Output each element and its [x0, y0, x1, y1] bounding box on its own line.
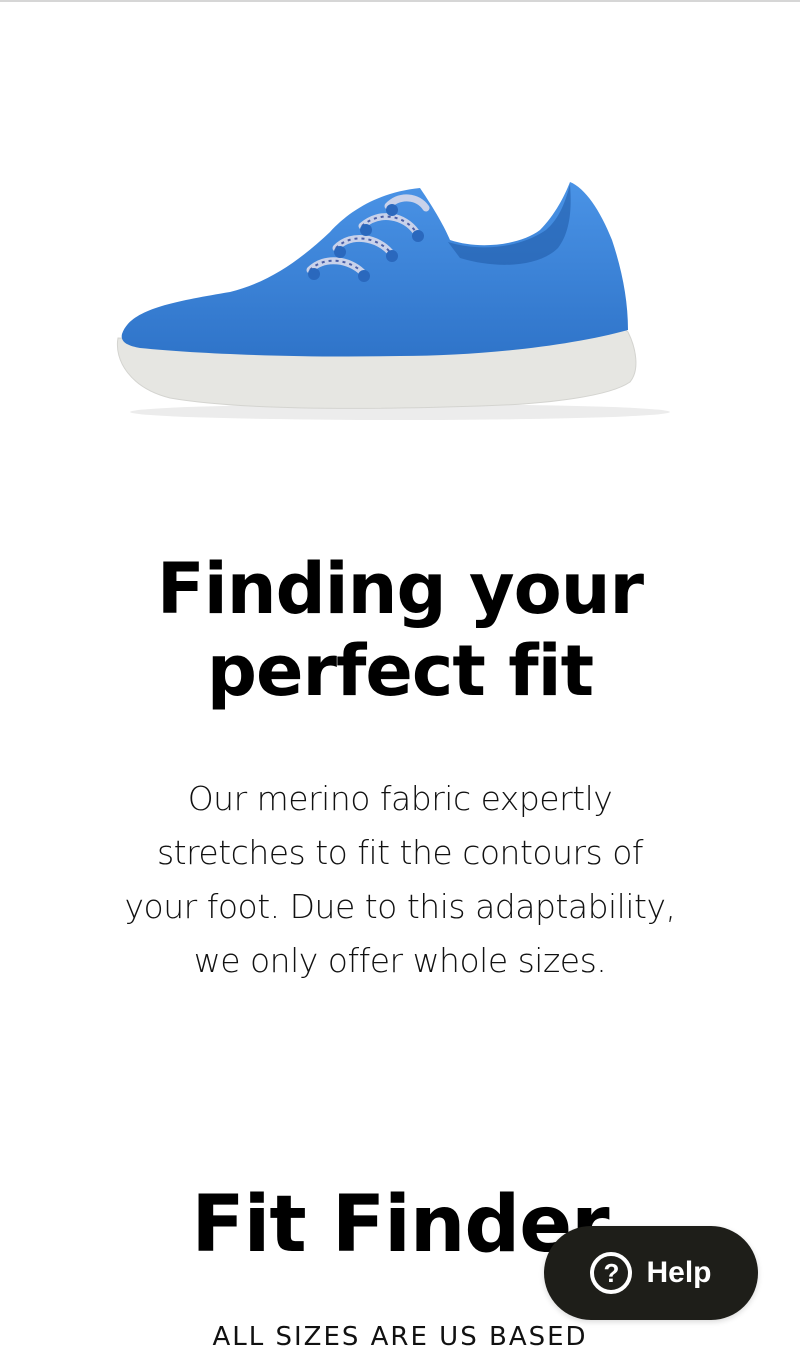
product-image-sneaker [100, 170, 700, 440]
top-divider [0, 0, 800, 2]
help-button-label: Help [646, 1256, 712, 1289]
heading-line-2: perfect fit [206, 630, 594, 712]
description-line-4: we only offer whole sizes. [193, 941, 607, 980]
help-button[interactable]: ? Help [544, 1226, 758, 1320]
description-line-1: Our merino fabric expertly [187, 779, 613, 818]
question-circle-icon: ? [590, 1252, 633, 1294]
page-heading: Finding your perfect fit [0, 548, 800, 712]
description-line-3: your foot. Due to this adaptability, [124, 887, 676, 926]
heading-line-1: Finding your [156, 548, 644, 630]
description-line-2: stretches to fit the contours of [156, 833, 644, 872]
fit-description: Our merino fabric expertly stretches to … [100, 772, 700, 988]
sizes-note: ALL SIZES ARE US BASED [212, 1322, 588, 1352]
